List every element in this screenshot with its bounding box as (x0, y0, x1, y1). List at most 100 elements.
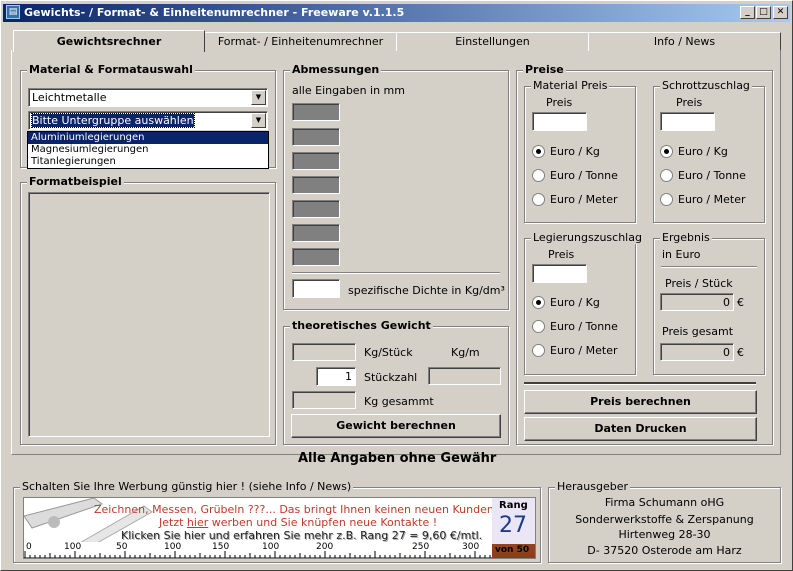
price-per-piece-label: Preis / Stück (665, 277, 733, 290)
ruler-label: 150 (212, 542, 230, 552)
scrap-price-input[interactable] (660, 112, 715, 131)
scrap-price-label: Preis (676, 96, 703, 109)
publisher-line: Firma Schumann oHG (604, 496, 725, 509)
minimize-button[interactable]: _ (740, 6, 755, 19)
material-unit-kg-label: Euro / Kg (550, 145, 600, 158)
scrap-unit-kg-label: Euro / Kg (678, 145, 728, 158)
material-unit-tonne-radio[interactable] (532, 169, 545, 182)
alloy-unit-tonne-radio[interactable] (532, 320, 545, 333)
quantity-label: Stückzahl (364, 371, 418, 384)
close-button[interactable]: ✕ (773, 6, 788, 19)
material-group-title: Material & Formatauswahl (27, 63, 195, 76)
app-icon[interactable]: ▤ (6, 5, 20, 19)
divider (292, 272, 500, 274)
price-per-piece-output: 0 (660, 293, 734, 311)
tab-format-einheitenumrechner[interactable]: Format- / Einheitenumrechner (204, 32, 397, 51)
density-input[interactable] (292, 279, 340, 298)
quantity-input[interactable]: 1 (316, 367, 356, 386)
alloy-unit-meter-radio[interactable] (532, 344, 545, 357)
chevron-down-icon[interactable]: ▼ (251, 113, 266, 128)
title-bar[interactable]: ▤ Gewichts- / Format- & Einheitenumrechn… (3, 4, 790, 22)
ruler-label: 0 (26, 542, 32, 552)
dropdown-option[interactable]: Titanlegierungen (28, 156, 268, 168)
dimension-input-6[interactable] (292, 224, 340, 242)
advert-here-link[interactable]: hier (187, 516, 208, 529)
alloy-unit-kg-radio[interactable] (532, 296, 545, 309)
kg-per-piece-output (292, 343, 356, 361)
ruler-label: 200 (316, 542, 334, 552)
rank-badge: Rang 27 von 50 (492, 498, 535, 558)
ruler-label: 100 (262, 542, 280, 552)
material-select[interactable]: Leichtmetalle ▼ (28, 88, 268, 107)
publisher-line: D- 37520 Osterode am Harz (587, 544, 742, 557)
ruler-label: 300 (462, 542, 480, 552)
material-select-value: Leichtmetalle (32, 91, 107, 104)
dimension-input-2[interactable] (292, 128, 340, 146)
advert-line-1: Zeichnen, Messen, Grübeln ???... Das bri… (94, 503, 498, 516)
subgroup-select-value: Bitte Untergruppe auswählen (31, 113, 195, 128)
scrap-unit-meter-label: Euro / Meter (678, 193, 746, 206)
material-price-label: Preis (546, 96, 573, 109)
calculate-price-button[interactable]: Preis berechnen (524, 390, 757, 414)
ruler-label: 50 (116, 542, 128, 552)
subgroup-dropdown-list[interactable]: Aluminiumlegierungen Magnesiumlegierunge… (27, 131, 269, 169)
subgroup-select[interactable]: Bitte Untergruppe auswählen ▼ (28, 111, 268, 130)
dimension-input-1[interactable] (292, 103, 340, 121)
scrap-unit-tonne-radio[interactable] (660, 169, 673, 182)
rank-value: 27 (499, 513, 527, 538)
dimension-input-5[interactable] (292, 200, 340, 218)
advert-ruler: 0 100 50 100 150 100 200 250 300 (24, 542, 494, 558)
dimension-input-3[interactable] (292, 152, 340, 170)
kg-total-output (292, 391, 356, 409)
advert-line-2-prefix: Jetzt (159, 516, 187, 529)
advert-line-3[interactable]: Klicken Sie hier und erfahren Sie mehr z… (121, 529, 482, 542)
material-unit-meter-label: Euro / Meter (550, 193, 618, 206)
print-data-button[interactable]: Daten Drucken (524, 417, 757, 441)
ruler-label: 100 (64, 542, 82, 552)
alloy-price-label: Preis (548, 248, 575, 261)
disclaimer: Alle Angaben ohne Gewähr (298, 451, 497, 466)
dimension-input-7[interactable] (292, 248, 340, 266)
rank-of: von 50 (495, 545, 530, 555)
material-unit-kg-radio[interactable] (532, 145, 545, 158)
scrap-surcharge-title: Schrottzuschlag (660, 79, 752, 92)
material-unit-tonne-label: Euro / Tonne (550, 169, 618, 182)
scrap-unit-meter-radio[interactable] (660, 193, 673, 206)
maximize-button[interactable]: □ (756, 6, 771, 19)
scrap-unit-kg-radio[interactable] (660, 145, 673, 158)
dimensions-note: alle Eingaben in mm (292, 84, 405, 97)
euro-sign: € (737, 296, 744, 309)
ruler-label: 100 (164, 542, 182, 552)
publisher-line: Sonderwerkstoffe & Zerspanung (575, 513, 754, 526)
price-total-output: 0 (660, 343, 734, 361)
publisher-line: Hirtenweg 28-30 (618, 528, 711, 541)
advert-line-2: Jetzt hier werben und Sie knüpfen neue K… (159, 516, 437, 529)
dimension-input-4[interactable] (292, 176, 340, 194)
chevron-down-icon[interactable]: ▼ (251, 90, 266, 105)
alloy-unit-kg-label: Euro / Kg (550, 296, 600, 309)
euro-sign: € (737, 346, 744, 359)
rank-label: Rang (499, 500, 528, 511)
tab-einstellungen[interactable]: Einstellungen (396, 32, 589, 51)
divider (524, 382, 756, 385)
window-title: Gewichts- / Format- & Einheitenumrechner… (24, 6, 405, 19)
dropdown-option[interactable]: Aluminiumlegierungen (28, 132, 268, 144)
dimensions-title: Abmessungen (290, 63, 382, 76)
alloy-unit-meter-label: Euro / Meter (550, 344, 618, 357)
format-example-image (28, 192, 270, 437)
alloy-price-input[interactable] (532, 264, 587, 283)
tab-gewichtsrechner[interactable]: Gewichtsrechner (13, 30, 205, 52)
format-example-title: Formatbeispiel (27, 175, 124, 188)
tab-info-news[interactable]: Info / News (588, 32, 781, 51)
dropdown-option[interactable]: Magnesiumlegierungen (28, 144, 268, 156)
kg-per-m-label: Kg/m (451, 346, 480, 359)
result-currency-note: in Euro (662, 248, 701, 261)
material-price-input[interactable] (532, 112, 587, 131)
kg-per-piece-label: Kg/Stück (364, 346, 413, 359)
divider (661, 266, 757, 268)
material-unit-meter-radio[interactable] (532, 193, 545, 206)
calculate-weight-button[interactable]: Gewicht berechnen (291, 414, 501, 438)
advert-banner[interactable]: Zeichnen, Messen, Grübeln ???... Das bri… (23, 497, 536, 559)
alloy-surcharge-title: Legierungszuschlag (531, 231, 644, 244)
density-label: spezifische Dichte in Kg/dm³ (348, 284, 505, 297)
